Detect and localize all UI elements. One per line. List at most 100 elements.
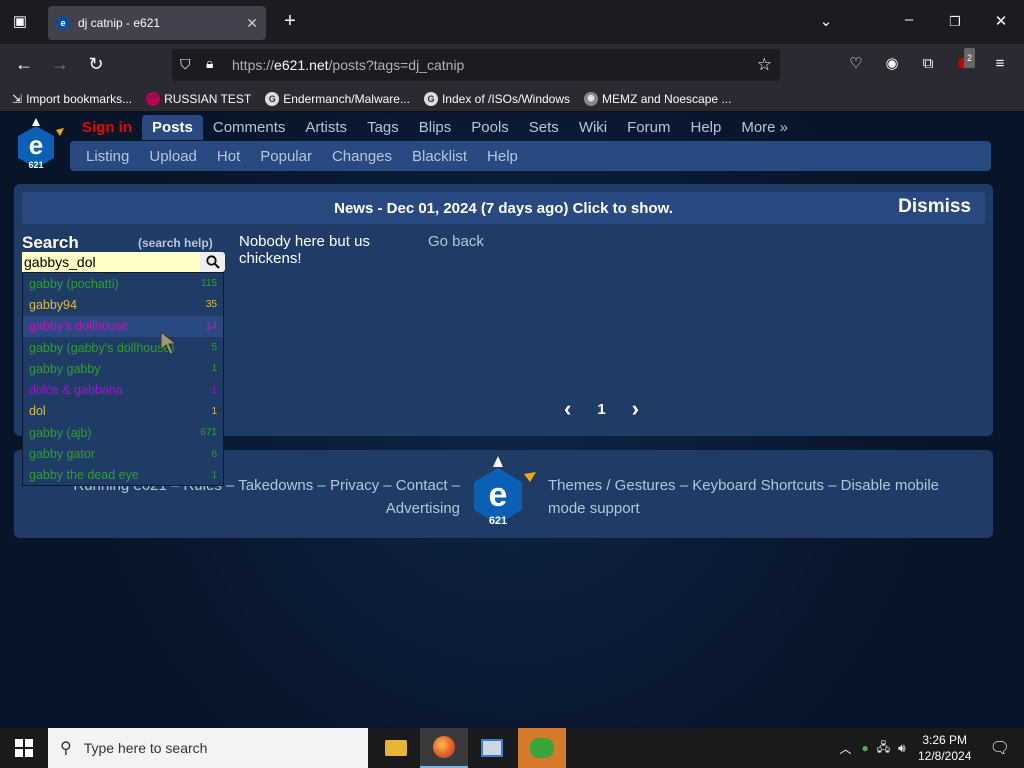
taskbar-search-box[interactable]: ⚲ Type here to search: [48, 728, 368, 768]
minimize-icon[interactable]: –: [897, 10, 921, 30]
tab-close-icon[interactable]: ✕: [246, 15, 258, 32]
account-icon[interactable]: ◉: [880, 54, 904, 74]
subnav-changes[interactable]: Changes: [322, 148, 402, 165]
autocomplete-item[interactable]: gabby (pochatti) 115: [23, 273, 223, 294]
subnav-listing[interactable]: Listing: [76, 148, 139, 165]
cursor-icon: [160, 330, 178, 355]
firefox-app[interactable]: [420, 728, 468, 768]
autocomplete-tag-name: gabby gator: [29, 447, 96, 462]
search-icon: ⚲: [60, 740, 72, 757]
autocomplete-item[interactable]: gabby (ajb) 671: [23, 422, 223, 443]
windows-logo-icon: [15, 739, 33, 757]
news-dismiss-button[interactable]: Dismiss: [898, 196, 971, 218]
pocket-icon[interactable]: ♡: [844, 54, 868, 74]
ublock-icon[interactable]: ⬢ 2: [952, 48, 976, 74]
address-bar[interactable]: ⛉ 🔒︎ https://e621.net/posts?tags=dj_catn…: [172, 49, 780, 81]
autocomplete-item[interactable]: gabby's dollhouse 14: [23, 315, 223, 337]
autocomplete-tag-count: 671: [200, 427, 217, 439]
file-explorer-app[interactable]: [372, 728, 420, 768]
window-close-icon[interactable]: ✕: [989, 12, 1013, 32]
autocomplete-item[interactable]: dol 1: [23, 401, 223, 422]
nav-posts[interactable]: Posts: [142, 114, 203, 140]
subnav-hot[interactable]: Hot: [207, 148, 250, 165]
nav-sets[interactable]: Sets: [519, 115, 569, 140]
browser-nav-bar: ← → ↻ ⛉ 🔒︎ https://e621.net/posts?tags=d…: [0, 44, 1024, 86]
reload-icon[interactable]: ↻: [84, 54, 108, 74]
subnav-blacklist[interactable]: Blacklist: [402, 148, 477, 165]
news-message[interactable]: News - Dec 01, 2024 (7 days ago) Click t…: [22, 200, 985, 217]
bookmark-memz[interactable]: ⊕ MEMZ and Noescape ...: [584, 91, 731, 106]
footer-right-line2[interactable]: mode support: [548, 497, 978, 520]
subnav-upload[interactable]: Upload: [139, 148, 207, 165]
paginator-next[interactable]: ›: [632, 396, 639, 422]
svg-text:e: e: [489, 476, 508, 514]
system-tray: ︿ ● 🖧︎ 🔊︎ 3:26 PM 12/8/2024 🗨︎: [833, 728, 1024, 768]
autocomplete-tag-name: gabby (pochatti): [29, 276, 119, 291]
news-banner[interactable]: News - Dec 01, 2024 (7 days ago) Click t…: [22, 192, 985, 224]
app-window-icon-button[interactable]: [468, 728, 516, 768]
autocomplete-tag-count: 1: [211, 469, 217, 481]
menu-icon[interactable]: ≡: [988, 54, 1012, 74]
nav-artists[interactable]: Artists: [295, 115, 357, 140]
footer-links-right[interactable]: Themes / Gestures – Keyboard Shortcuts –…: [548, 474, 978, 520]
google-icon: G: [265, 91, 280, 106]
network-icon[interactable]: 🖧︎: [873, 738, 894, 759]
bookmark-endermanch[interactable]: G Endermanch/Malware...: [265, 91, 410, 106]
clock-date: 12/8/2024: [917, 749, 972, 763]
nav-wiki[interactable]: Wiki: [569, 115, 617, 140]
browser-tab-active[interactable]: e dj catnip - e621 ✕: [48, 6, 266, 40]
autocomplete-item[interactable]: gabby gabby 1: [23, 358, 223, 379]
green-app-button[interactable]: [518, 728, 566, 768]
nav-tags[interactable]: Tags: [357, 115, 409, 140]
volume-icon[interactable]: 🔊︎: [894, 741, 910, 756]
paginator-current: 1: [597, 400, 606, 418]
bookmark-import[interactable]: ⇲ Import bookmarks...: [12, 92, 132, 106]
footer-left-line2[interactable]: Advertising: [54, 497, 460, 520]
autocomplete-item[interactable]: gabby the dead eye 1: [23, 465, 223, 486]
nav-sign-in[interactable]: Sign in: [72, 115, 142, 140]
tab-list-icon[interactable]: ▣: [8, 12, 32, 32]
nav-comments[interactable]: Comments: [203, 115, 296, 140]
autocomplete-item[interactable]: dolce & gabbana 1: [23, 379, 223, 400]
lock-icon[interactable]: 🔒︎: [206, 55, 213, 72]
nav-pools[interactable]: Pools: [461, 115, 519, 140]
subnav-popular[interactable]: Popular: [250, 148, 322, 165]
url-domain: e621.net: [274, 57, 329, 73]
main-nav: Sign in Posts Comments Artists Tags Blip…: [72, 114, 798, 140]
show-hidden-icons-icon[interactable]: ︿: [833, 740, 857, 757]
start-button[interactable]: [0, 728, 48, 768]
autocomplete-item[interactable]: gabby94 35: [23, 294, 223, 315]
search-button[interactable]: [200, 252, 225, 272]
autocomplete-tag-name: gabby gabby: [29, 361, 101, 376]
bookmark-russian-test[interactable]: ◠ RUSSIAN TEST: [146, 91, 251, 106]
autocomplete-item[interactable]: gabby (gabby's dollhouse) 5: [23, 337, 223, 358]
forward-icon[interactable]: →: [48, 54, 72, 74]
autocomplete-tag-count: 115: [201, 278, 217, 290]
subnav-help[interactable]: Help: [477, 148, 528, 165]
search-help-link[interactable]: (search help): [138, 236, 213, 250]
nav-blips[interactable]: Blips: [409, 115, 462, 140]
list-all-tabs-icon[interactable]: ⌄: [814, 12, 838, 32]
nav-more[interactable]: More »: [731, 115, 798, 140]
shield-icon[interactable]: ⛉: [180, 56, 191, 73]
paginator: ‹ 1 ›: [564, 396, 639, 422]
user-status-icon[interactable]: ●: [857, 741, 872, 755]
nav-help[interactable]: Help: [680, 115, 731, 140]
new-tab-icon[interactable]: +: [278, 11, 302, 31]
nav-forum[interactable]: Forum: [617, 115, 680, 140]
extensions-icon[interactable]: ⧉: [916, 54, 940, 74]
e621-logo-icon[interactable]: e 621: [14, 118, 68, 176]
back-icon[interactable]: ←: [12, 54, 36, 74]
autocomplete-tag-name: gabby (gabby's dollhouse): [29, 340, 175, 355]
footer-right-line1[interactable]: Themes / Gestures – Keyboard Shortcuts –…: [548, 474, 978, 497]
folder-icon: [385, 740, 407, 756]
paginator-prev[interactable]: ‹: [564, 396, 571, 422]
autocomplete-item[interactable]: gabby gator 6: [23, 443, 223, 464]
taskbar-clock[interactable]: 3:26 PM 12/8/2024: [910, 732, 980, 764]
maximize-icon[interactable]: ❐: [943, 12, 967, 32]
go-back-link[interactable]: Go back: [428, 233, 484, 250]
bookmark-isos[interactable]: G Index of /ISOs/Windows: [423, 91, 570, 106]
bookmark-star-icon[interactable]: ☆: [757, 55, 772, 75]
notifications-icon[interactable]: 🗨︎: [980, 738, 1024, 758]
search-input[interactable]: [22, 252, 200, 272]
